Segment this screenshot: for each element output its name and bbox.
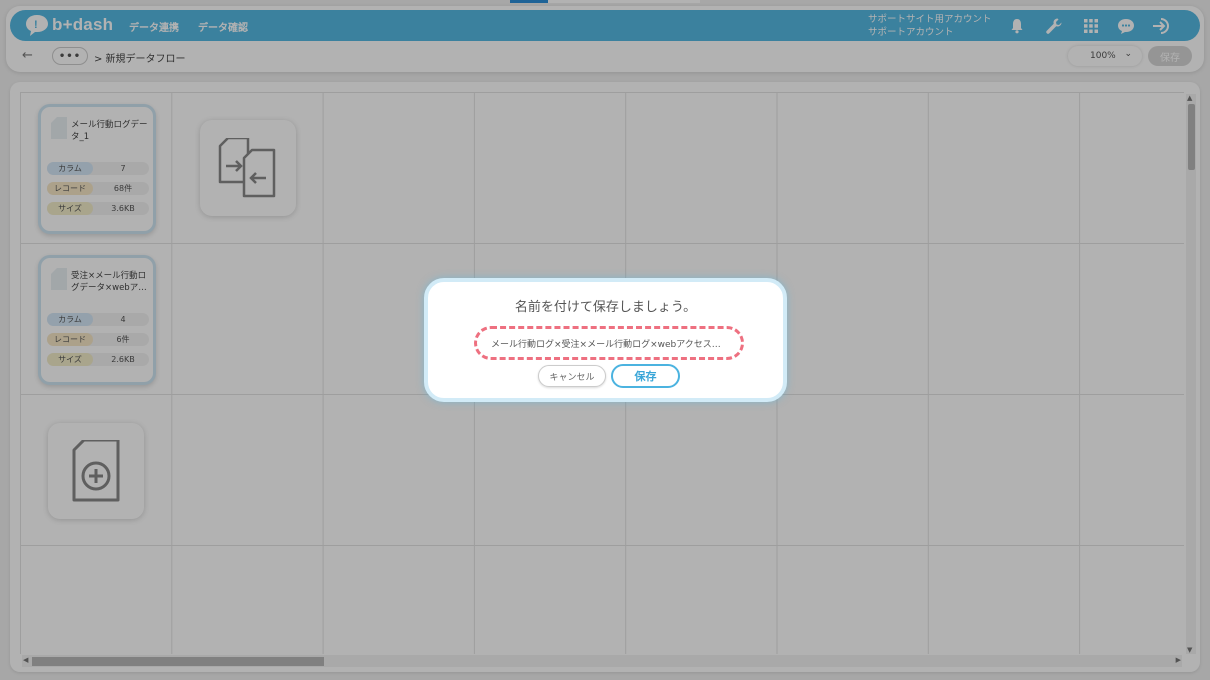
app-root: ! b+dash データ連携 データ確認 サポートサイト用アカウント サポートア…	[0, 0, 1210, 680]
cancel-button[interactable]: キャンセル	[538, 365, 606, 387]
dialog-title: 名前を付けて保存しましょう。	[514, 300, 697, 315]
save-dialog: 名前を付けて保存しましょう。 キャンセル 保存	[424, 278, 787, 402]
flow-name-input[interactable]	[474, 326, 744, 360]
dialog-save-button[interactable]: 保存	[611, 364, 680, 388]
